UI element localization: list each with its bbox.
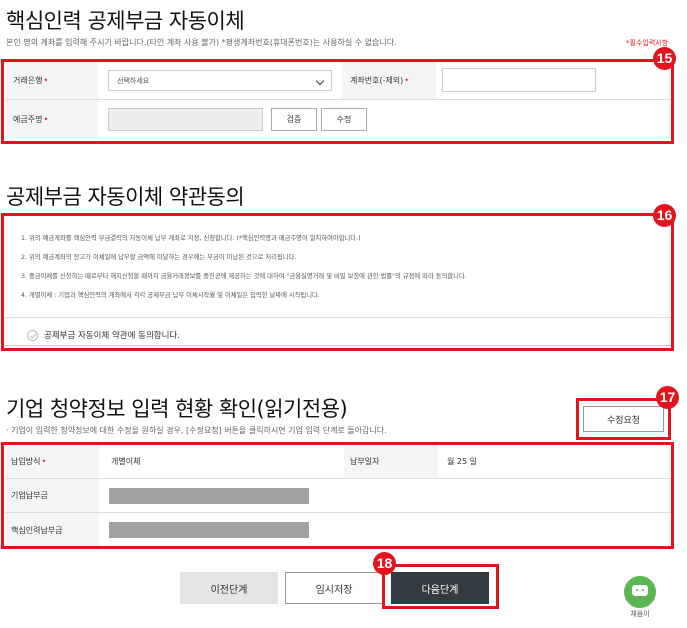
highlight-box-itable (1, 442, 674, 549)
highlight-box-17 (576, 398, 671, 440)
marker-15: 15 (653, 47, 676, 70)
chatbot-button[interactable] (624, 576, 656, 608)
chatbot-label: 채움이 (630, 610, 650, 618)
temp-save-button[interactable]: 임시저장 (285, 572, 383, 604)
section1-description: 본인 명의 계좌를 입력해 주시기 바랍니다.(타인 계좌 사용 불가) *평생… (6, 38, 397, 47)
prev-step-button[interactable]: 이전단계 (180, 572, 278, 604)
section3-description: · 기업이 입력한 청약정보에 대한 수정을 원하실 경우, [수정요청] 버튼… (6, 426, 387, 435)
marker-16: 16 (653, 204, 676, 227)
highlight-box-16 (1, 213, 674, 351)
section3-title: 기업 청약정보 입력 현황 확인(읽기전용) (6, 397, 348, 421)
marker-17: 17 (656, 386, 679, 409)
section1-title: 핵심인력 공제부금 자동이체 (6, 9, 245, 33)
section2-title: 공제부금 자동이체 약관동의 (6, 185, 245, 209)
highlight-box-15 (1, 59, 674, 144)
chatbot-icon (632, 585, 648, 596)
highlight-box-18 (382, 564, 499, 609)
marker-18: 18 (373, 552, 396, 575)
